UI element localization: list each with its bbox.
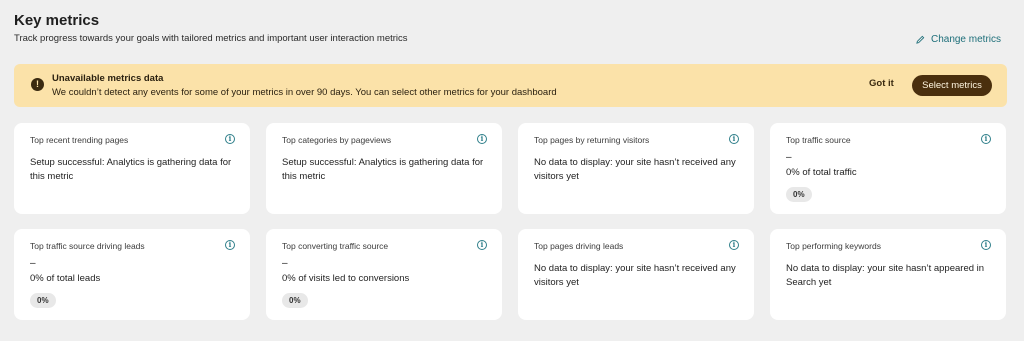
metric-card-dash: – [282, 258, 288, 269]
banner-title: Unavailable metrics data [52, 73, 164, 84]
metric-card-top-converting-traffic-source: Top converting traffic source i – 0% of … [266, 229, 502, 320]
metric-card-message: No data to display: your site hasn’t rec… [534, 263, 736, 288]
metric-card-message: Setup successful: Analytics is gathering… [282, 157, 484, 182]
change-metrics-label: Change metrics [930, 34, 1001, 45]
info-icon[interactable]: i [477, 134, 487, 144]
metric-card-top-performing-keywords: Top performing keywords i No data to dis… [770, 229, 1006, 320]
metric-card-top-pages-driving-leads: Top pages driving leads i No data to dis… [518, 229, 754, 320]
metric-card-title: Top pages driving leads [534, 241, 624, 251]
select-metrics-button[interactable]: Select metrics [912, 75, 992, 96]
metric-card-value: 0% of visits led to conversions [282, 273, 410, 284]
metric-card-title: Top performing keywords [786, 241, 881, 251]
info-icon[interactable]: i [729, 134, 739, 144]
unavailable-metrics-banner: ! Unavailable metrics data We couldn’t d… [14, 64, 1007, 107]
metric-change-badge: 0% [30, 293, 56, 308]
metric-card-value: 0% of total traffic [786, 167, 857, 178]
page-title: Key metrics [14, 12, 100, 29]
metric-card-value: 0% of total leads [30, 273, 101, 284]
info-icon[interactable]: i [225, 240, 235, 250]
change-metrics-link[interactable]: Change metrics [916, 34, 1001, 45]
metric-card-top-traffic-source: Top traffic source i – 0% of total traff… [770, 123, 1006, 214]
metric-change-badge: 0% [282, 293, 308, 308]
metric-card-top-pages-by-returning-visitors: Top pages by returning visitors i No dat… [518, 123, 754, 214]
page-subtitle: Track progress towards your goals with t… [14, 33, 408, 44]
info-icon[interactable]: i [981, 134, 991, 144]
info-icon[interactable]: i [477, 240, 487, 250]
metric-card-dash: – [30, 258, 36, 269]
metric-card-message: Setup successful: Analytics is gathering… [30, 157, 232, 182]
metric-card-message: No data to display: your site hasn’t rec… [534, 157, 736, 182]
metric-card-dash: – [786, 152, 792, 163]
info-icon[interactable]: i [225, 134, 235, 144]
pencil-icon [916, 35, 925, 44]
metric-card-title: Top converting traffic source [282, 241, 389, 251]
metric-card-title: Top traffic source [786, 135, 851, 145]
metric-card-title: Top pages by returning visitors [534, 135, 650, 145]
metric-card-title: Top categories by pageviews [282, 135, 392, 145]
metric-card-title: Top traffic source driving leads [30, 241, 145, 251]
metric-card-top-categories-by-pageviews: Top categories by pageviews i Setup succ… [266, 123, 502, 214]
warning-icon: ! [31, 78, 44, 91]
metric-change-badge: 0% [786, 187, 812, 202]
metric-card-title: Top recent trending pages [30, 135, 129, 145]
metric-card-message: No data to display: your site hasn’t app… [786, 263, 985, 288]
metric-card-top-traffic-source-driving-leads: Top traffic source driving leads i – 0% … [14, 229, 250, 320]
got-it-button[interactable]: Got it [869, 78, 894, 89]
info-icon[interactable]: i [729, 240, 739, 250]
info-icon[interactable]: i [981, 240, 991, 250]
metric-card-top-recent-trending-pages: Top recent trending pages i Setup succes… [14, 123, 250, 214]
banner-description: We couldn’t detect any events for some o… [52, 87, 557, 98]
